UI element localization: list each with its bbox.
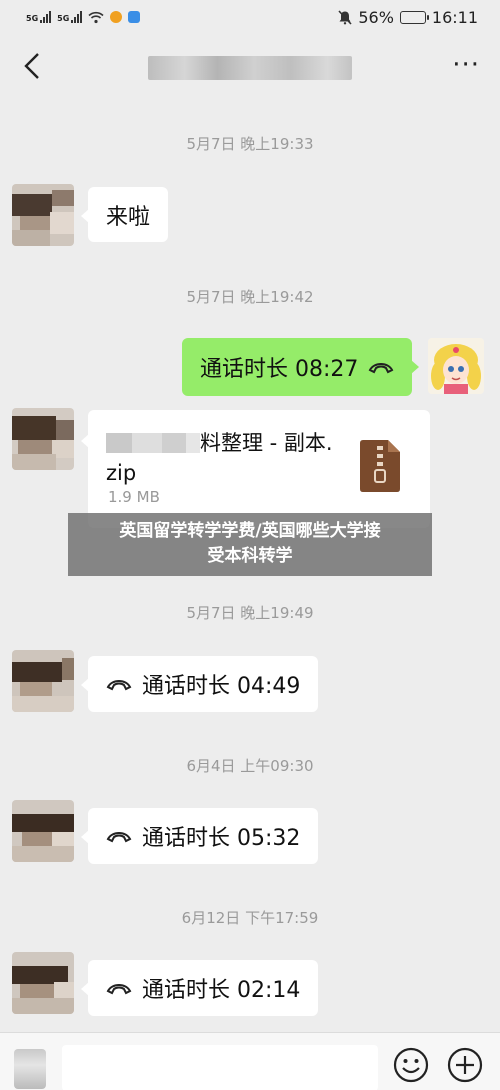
file-size: 1.9 MB [108,488,160,506]
avatar[interactable] [12,184,74,246]
call-duration-text: 通话时长 04:49 [142,674,301,699]
battery-percent: 56% [358,7,394,27]
more-button[interactable]: ··· [452,52,480,78]
avatar[interactable] [12,952,74,1014]
call-duration-text: 通话时长 05:32 [142,826,301,851]
chat-title-redacted [148,56,352,80]
call-record-bubble[interactable]: 通话时长 02:14 [81,960,318,1016]
overlay-title-line1: 英国留学转学学费/英国哪些大学接 [119,521,381,541]
battery-icon [399,10,429,24]
timestamp: 6月12日 下午17:59 [181,909,319,927]
redacted-text [186,433,200,453]
chevron-left-icon [24,53,39,79]
mute-bell-icon [338,9,352,25]
app-notification-icon [110,11,123,23]
message-bubble[interactable]: 来啦 [81,187,168,242]
timestamp: 5月7日 晚上19:33 [186,135,314,153]
file-message-card[interactable]: 料整理 - 副本. zip 1.9 MB [81,410,430,528]
timestamp: 5月7日 晚上19:42 [186,288,314,306]
status-bar: 5G 5G 56% 16:11 [0,0,500,34]
redacted-text [106,433,132,453]
clock: 16:11 [431,7,478,27]
signal-icon-2: 5G [57,11,83,23]
redacted-text [132,433,162,453]
call-record-bubble[interactable]: 通话时长 04:49 [81,656,318,712]
emoji-icon[interactable] [393,1047,429,1083]
plus-icon[interactable] [447,1047,483,1083]
overlay-title-line2: 受本科转学 [207,546,293,566]
call-duration-text: 通话时长 08:27 [200,357,359,382]
voice-button[interactable] [14,1049,46,1089]
avatar[interactable] [12,650,74,712]
back-button[interactable] [14,48,50,84]
timestamp: 5月7日 晚上19:49 [186,604,314,622]
avatar[interactable] [12,800,74,862]
status-bar-right: 56% 16:11 [338,8,478,27]
my-avatar[interactable] [428,338,484,394]
file-name: 料整理 - 副本. zip [106,428,346,488]
redacted-text [162,433,186,453]
call-record-bubble[interactable]: 通话时长 05:32 [81,808,318,864]
anime-avatar-icon [428,338,484,394]
avatar[interactable] [12,408,74,470]
file-name-line2: zip [106,461,137,485]
signal-label: 5G [26,14,39,23]
signal-icon: 5G [26,11,52,23]
message-input[interactable] [62,1045,378,1090]
status-bar-left: 5G 5G [26,11,141,24]
phone-icon [106,680,132,691]
chat-header: ··· [0,34,500,100]
timestamp: 6月4日 上午09:30 [186,757,314,775]
input-bar [0,1032,500,1090]
overlay-title-banner: 英国留学转学学费/英国哪些大学接 受本科转学 [68,513,432,576]
wifi-icon [88,11,104,23]
call-record-bubble[interactable]: 通话时长 08:27 [182,338,419,396]
message-text: 来啦 [105,204,150,230]
phone-icon [106,984,132,995]
phone-icon [106,832,132,843]
call-duration-text: 通话时长 02:14 [142,978,301,1003]
zip-file-icon [360,440,400,492]
signal-label-2: 5G [57,14,70,23]
mail-notification-icon [128,11,141,23]
phone-icon [369,363,394,374]
file-name-line1: 料整理 - 副本. [200,431,333,455]
